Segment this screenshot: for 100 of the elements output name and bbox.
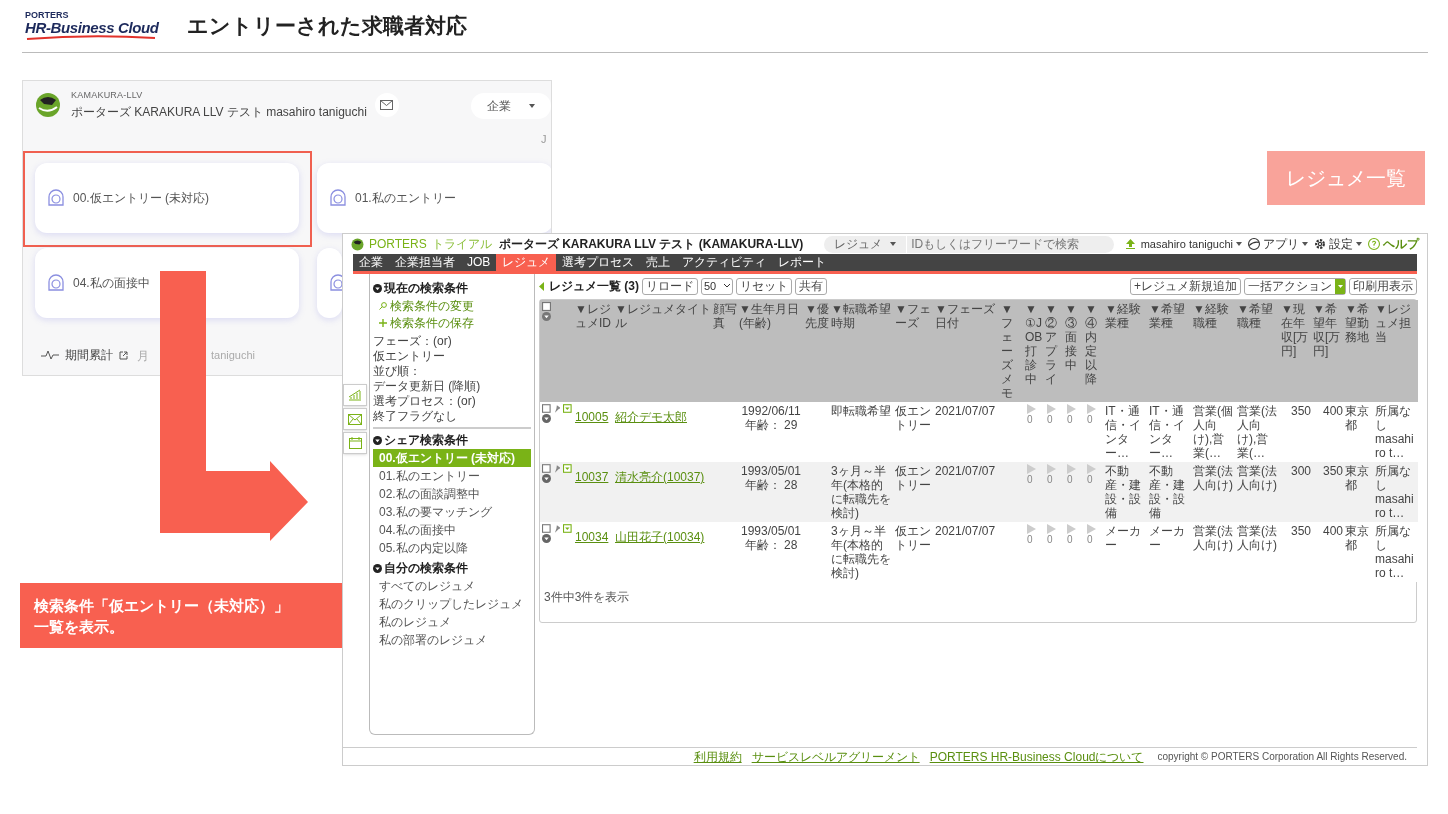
column-header[interactable]: ▼経験職種	[1192, 300, 1236, 402]
category-select[interactable]: 企業	[471, 93, 551, 119]
saved-search-item[interactable]: 05.私の内定以降	[373, 539, 531, 557]
condition-action-link[interactable]: 検索条件の変更	[373, 297, 531, 314]
expand-icon[interactable]	[542, 312, 551, 321]
checkbox[interactable]	[542, 524, 551, 533]
column-header[interactable]: ▼生年月日(年齢)	[738, 300, 804, 402]
column-header[interactable]: ▼①JOB打診中	[1024, 300, 1044, 402]
play-icon[interactable]	[1027, 524, 1036, 534]
resume-title-link[interactable]: 山田花子(10034)	[615, 530, 705, 544]
collapse-icon[interactable]	[373, 283, 382, 293]
dropdown-icon[interactable]	[563, 524, 572, 533]
entry-card[interactable]: 00.仮エントリー (未対応)	[35, 163, 299, 233]
checkbox[interactable]	[542, 404, 551, 413]
pin-icon[interactable]	[553, 464, 561, 473]
pin-icon[interactable]	[553, 524, 561, 533]
resume-id-link[interactable]: 10037	[575, 470, 609, 484]
footer-link[interactable]: PORTERS HR-Business Cloudについて	[929, 747, 1144, 765]
nav-tab[interactable]: 企業担当者	[389, 254, 461, 271]
print-view-button[interactable]: 印刷用表示	[1349, 277, 1417, 295]
pin-icon[interactable]	[553, 404, 561, 413]
upload-icon[interactable]	[1125, 239, 1135, 249]
nav-tab[interactable]: レジュメ	[496, 254, 557, 271]
dropdown-toggle[interactable]	[1335, 278, 1345, 294]
saved-search-item[interactable]: 03.私の要マッチング	[373, 503, 531, 521]
user-menu[interactable]: masahiro taniguchi	[1140, 235, 1242, 253]
footer-link[interactable]: 利用規約	[693, 747, 742, 765]
reset-button[interactable]: リセット	[736, 277, 792, 295]
column-header[interactable]: ▼レジュメID	[574, 300, 614, 402]
play-icon[interactable]	[1087, 464, 1096, 474]
play-icon[interactable]	[1067, 404, 1076, 414]
condition-action-link[interactable]: 検索条件の保存	[373, 314, 531, 331]
column-header[interactable]: ▼②アプライ	[1044, 300, 1064, 402]
mail-button[interactable]	[374, 92, 399, 117]
nav-tab[interactable]: 選考プロセス	[556, 254, 641, 271]
add-resume-button[interactable]: +レジュメ新規追加	[1130, 277, 1241, 295]
column-header[interactable]: ▼希望年収[万円]	[1312, 300, 1344, 402]
play-icon[interactable]	[1087, 524, 1096, 534]
saved-search-item[interactable]: 01.私のエントリー	[373, 467, 531, 485]
nav-tab[interactable]: 企業	[353, 254, 389, 271]
collapse-sidebar-icon[interactable]	[539, 281, 544, 291]
saved-search-item[interactable]: すべてのレジュメ	[373, 577, 531, 595]
saved-search-item[interactable]: 04.私の面接中	[373, 521, 531, 539]
play-icon[interactable]	[1087, 404, 1096, 414]
column-header[interactable]: ▼レジュメ担当	[1374, 300, 1418, 402]
play-icon[interactable]	[1047, 524, 1056, 534]
nav-tab[interactable]: レポート	[772, 254, 833, 271]
page-size-select[interactable]: 50	[701, 277, 733, 295]
column-header[interactable]: ▼希望職種	[1236, 300, 1280, 402]
saved-search-item[interactable]: 私のレジュメ	[373, 613, 531, 631]
play-icon[interactable]	[1027, 404, 1036, 414]
nav-tab[interactable]: アクティビティ	[676, 254, 773, 271]
reload-button[interactable]: リロード	[642, 277, 698, 295]
expand-icon[interactable]	[542, 414, 551, 423]
column-header[interactable]: ▼フェーズメモ	[1000, 300, 1024, 402]
side-tab[interactable]	[343, 408, 367, 430]
column-header[interactable]: ▼④内定以降	[1084, 300, 1104, 402]
collapse-icon[interactable]	[373, 563, 382, 573]
column-header[interactable]: ▼経験業種	[1104, 300, 1148, 402]
column-header[interactable]: ▼レジュメタイトル	[614, 300, 712, 402]
dropdown-icon[interactable]	[563, 404, 572, 413]
column-header[interactable]: 顔写真	[712, 300, 738, 402]
column-header[interactable]: ▼希望業種	[1148, 300, 1192, 402]
column-header[interactable]: ▼希望勤務地	[1344, 300, 1374, 402]
table-row[interactable]: 10034 山田花子(10034) 1993/05/01 年齢： 28 3ヶ月～半年(本格的に転職先を検討) 仮エントリー 2021/07/07 0 0 0 0 メーカー メーカー 営業(法人向け) 営業(法人向け) 350 400 東京都 所属なし masahiro t…	[540, 522, 1418, 582]
resume-id-link[interactable]: 10005	[575, 410, 609, 424]
column-header[interactable]: ▼転職希望時期	[830, 300, 894, 402]
nav-tab[interactable]: 売上	[640, 254, 677, 271]
nav-tab[interactable]: JOB	[461, 254, 497, 271]
checkbox[interactable]	[542, 464, 551, 473]
column-header[interactable]: ▼③面接中	[1064, 300, 1084, 402]
search-scope-select[interactable]: レジュメ	[824, 235, 908, 253]
menu-button[interactable]: アプリ	[1248, 235, 1308, 253]
footer-link[interactable]: サービスレベルアグリーメント	[751, 747, 920, 765]
checkbox[interactable]	[542, 302, 551, 311]
column-header[interactable]: ▼フェーズ日付	[934, 300, 1000, 402]
expand-icon[interactable]	[542, 534, 551, 543]
play-icon[interactable]	[1047, 464, 1056, 474]
column-header[interactable]: ▼優先度	[804, 300, 830, 402]
bulk-action-button[interactable]: 一括アクション	[1245, 280, 1335, 292]
play-icon[interactable]	[1067, 524, 1076, 534]
entry-card[interactable]	[317, 248, 342, 318]
collapse-icon[interactable]	[373, 435, 382, 445]
menu-button[interactable]: 設定	[1314, 235, 1362, 253]
resume-title-link[interactable]: 清水亮介(10037)	[615, 470, 705, 484]
saved-search-item[interactable]: 02.私の面談調整中	[373, 485, 531, 503]
dropdown-icon[interactable]	[563, 464, 572, 473]
column-header[interactable]: ▼フェーズ	[894, 300, 934, 402]
play-icon[interactable]	[1067, 464, 1076, 474]
side-tab[interactable]	[343, 432, 367, 454]
play-icon[interactable]	[1027, 464, 1036, 474]
menu-button[interactable]: ヘルプ	[1368, 235, 1419, 253]
table-row[interactable]: 10005 紹介デモ太郎 1992/06/11 年齢： 29 即転職希望 仮エントリー 2021/07/07 0 0 0 0 IT・通信・インター… IT・通信・インター… 営業(個人向け),営業(… 営業(法人向け),営業(… 350 400 東京都 所属なし masahiro t…	[540, 402, 1418, 462]
search-field[interactable]: レジュメ IDもしくはフリーワードで検索	[824, 235, 1115, 253]
side-tab[interactable]	[343, 384, 367, 406]
resume-title-link[interactable]: 紹介デモ太郎	[615, 410, 687, 424]
play-icon[interactable]	[1047, 404, 1056, 414]
resume-id-link[interactable]: 10034	[575, 530, 609, 544]
entry-card[interactable]: 01.私のエントリー	[317, 163, 551, 233]
saved-search-item[interactable]: 私の部署のレジュメ	[373, 631, 531, 649]
